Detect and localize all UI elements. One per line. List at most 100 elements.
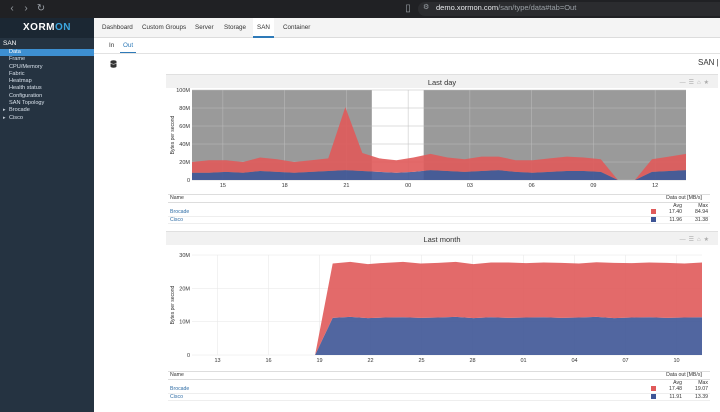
legend-subheader-row: Avg Max — [168, 379, 710, 386]
tab-san[interactable]: SAN — [253, 18, 274, 38]
x-tick-label: 03 — [467, 183, 473, 189]
tab-storage[interactable]: Storage — [220, 18, 250, 38]
metric-column-header: Data out [MB/s] — [658, 194, 710, 203]
sidebar: XORMON SAN Data Frame CPU/Memory Fabric Heat… — [0, 18, 94, 412]
x-tick-label: 00 — [405, 183, 411, 189]
sidebar-title: SAN — [3, 40, 17, 47]
legend-header-row: Name Data out [MB/s] — [168, 371, 710, 380]
reload-icon[interactable]: ↻ — [35, 3, 47, 15]
subtab-in[interactable]: In — [106, 41, 117, 53]
series-max: 31.38 — [684, 216, 710, 225]
x-tick-label: 01 — [520, 358, 526, 364]
sidebar-item-health-status[interactable]: Health status — [0, 85, 94, 92]
bookmark-icon[interactable]: ▯ — [402, 3, 414, 15]
site-settings-icon[interactable]: ⚙ — [423, 3, 429, 11]
x-tick-label: 13 — [214, 358, 220, 364]
legend-row[interactable]: Cisco 11.96 31.38 — [168, 216, 710, 225]
series-name[interactable]: Brocade — [168, 209, 649, 217]
series-max: 13.39 — [684, 393, 710, 402]
database-icon[interactable] — [110, 60, 117, 68]
minimize-icon[interactable]: — — [680, 237, 689, 243]
legend-row[interactable]: Cisco 11.91 13.39 — [168, 393, 710, 402]
avg-column-header[interactable]: Avg — [658, 202, 684, 209]
series-name[interactable]: Brocade — [168, 386, 649, 394]
legend-header-row: Name Data out [MB/s] — [168, 194, 710, 203]
legend-row[interactable]: Brocade 17.40 84.94 — [168, 209, 710, 217]
sidebar-item-heatmap[interactable]: Heatmap — [0, 78, 94, 85]
panel-header: Last day —☰⌂★ — [166, 74, 718, 88]
series-max: 84.94 — [684, 209, 710, 217]
series-swatch — [649, 209, 658, 217]
legend-table: Name Data out [MB/s] Avg Max Brocade 17.40 84.… — [168, 194, 710, 225]
legend-swatch-column — [649, 194, 658, 203]
panel-actions: —☰⌂★ — [680, 236, 712, 243]
tab-server[interactable]: Server — [191, 18, 218, 38]
legend-row[interactable]: Brocade 17.48 19.07 — [168, 386, 710, 394]
series-swatch — [649, 386, 658, 394]
sidebar-item-fabric[interactable]: Fabric — [0, 71, 94, 78]
sidebar-item-brocade[interactable]: Brocade — [0, 107, 94, 115]
series-avg: 17.40 — [658, 209, 684, 217]
top-navigation: Dashboard Custom Groups Server Storage SAN Co… — [94, 18, 720, 38]
sidebar-item-cpu-memory[interactable]: CPU/Memory — [0, 64, 94, 71]
x-tick-label: 22 — [367, 358, 373, 364]
series-avg: 11.96 — [658, 216, 684, 225]
y-tick-label: 0 — [187, 353, 190, 359]
main-content: Dashboard Custom Groups Server Storage SAN Co… — [94, 18, 720, 412]
sidebar-item-data[interactable]: Data — [0, 49, 94, 57]
series-max: 19.07 — [684, 386, 710, 394]
legend-swatch-column — [649, 371, 658, 380]
y-axis-label: Bytes per second — [170, 285, 176, 324]
y-tick-label: 60M — [179, 124, 190, 130]
xormon-logo[interactable]: XORMON — [0, 18, 94, 38]
x-tick-label: 06 — [529, 183, 535, 189]
panel-title: Last month — [423, 235, 461, 244]
address-bar[interactable]: ⚙ demo.xormon.com/san/type/data#tab=Out — [418, 2, 720, 16]
y-tick-label: 20M — [179, 286, 190, 292]
max-column-header[interactable]: Max — [684, 202, 710, 209]
x-tick-label: 15 — [220, 183, 226, 189]
y-tick-label: 20M — [179, 160, 190, 166]
name-column-header[interactable]: Name — [168, 194, 649, 203]
back-icon[interactable]: ‹ — [6, 3, 18, 15]
sidebar-item-frame[interactable]: Frame — [0, 56, 94, 63]
home-icon[interactable]: ⌂ — [697, 80, 704, 86]
series-swatch — [649, 216, 658, 225]
legend-table: Name Data out [MB/s] Avg Max Brocade 17.48 19.… — [168, 371, 710, 402]
x-tick-label: 04 — [571, 358, 577, 364]
x-tick-label: 09 — [590, 183, 596, 189]
minimize-icon[interactable]: — — [680, 80, 689, 86]
tab-container[interactable]: Container — [279, 18, 314, 38]
forward-icon[interactable]: › — [20, 3, 32, 15]
chart-panel-last-month: Last month —☰⌂★ 0 10M 20M 30M 13 16 19 22 25 28 01… — [166, 231, 718, 411]
star-icon[interactable]: ★ — [704, 80, 712, 86]
tab-dashboard[interactable]: Dashboard — [98, 18, 137, 38]
home-icon[interactable]: ⌂ — [697, 237, 704, 243]
legend-table-last-day: Name Data out [MB/s] Avg Max Brocade 17.40 84.… — [168, 194, 710, 225]
x-tick-label: 28 — [469, 358, 475, 364]
max-column-header[interactable]: Max — [684, 379, 710, 386]
sidebar-item-san-topology[interactable]: SAN Topology — [0, 100, 94, 107]
tab-custom-groups[interactable]: Custom Groups — [138, 18, 190, 38]
sidebar-item-cisco[interactable]: Cisco — [0, 115, 94, 123]
y-tick-label: 0 — [187, 178, 190, 184]
y-tick-label: 80M — [179, 106, 190, 112]
avg-column-header[interactable]: Avg — [658, 379, 684, 386]
series-name[interactable]: Cisco — [168, 393, 649, 402]
legend-swatch-column — [649, 202, 658, 209]
panel-title: Last day — [427, 78, 457, 87]
star-icon[interactable]: ★ — [704, 237, 712, 243]
sidebar-item-configuration[interactable]: Configuration — [0, 93, 94, 100]
x-tick-label: 25 — [418, 358, 424, 364]
chart-last-month[interactable]: 0 10M 20M 30M 13 16 19 22 25 28 01 04 07 10 Bytes per … — [166, 245, 718, 369]
menu-icon[interactable]: ☰ — [689, 80, 697, 86]
menu-icon[interactable]: ☰ — [689, 237, 697, 243]
series-name[interactable]: Cisco — [168, 216, 649, 225]
sub-navigation: In Out — [94, 38, 720, 54]
y-axis-label: Bytes per second — [170, 115, 176, 154]
chart-last-day[interactable]: 0 20M 40M 60M 80M 100M 15 18 21 00 03 06 09 12 Bytes p… — [166, 88, 718, 192]
name-column-header[interactable]: Name — [168, 371, 649, 380]
x-tick-label: 10 — [673, 358, 679, 364]
subtab-out[interactable]: Out — [120, 41, 137, 53]
browser-toolbar: ‹ › ↻ ▯ ⚙ demo.xormon.com/san/type/data#… — [0, 0, 720, 18]
